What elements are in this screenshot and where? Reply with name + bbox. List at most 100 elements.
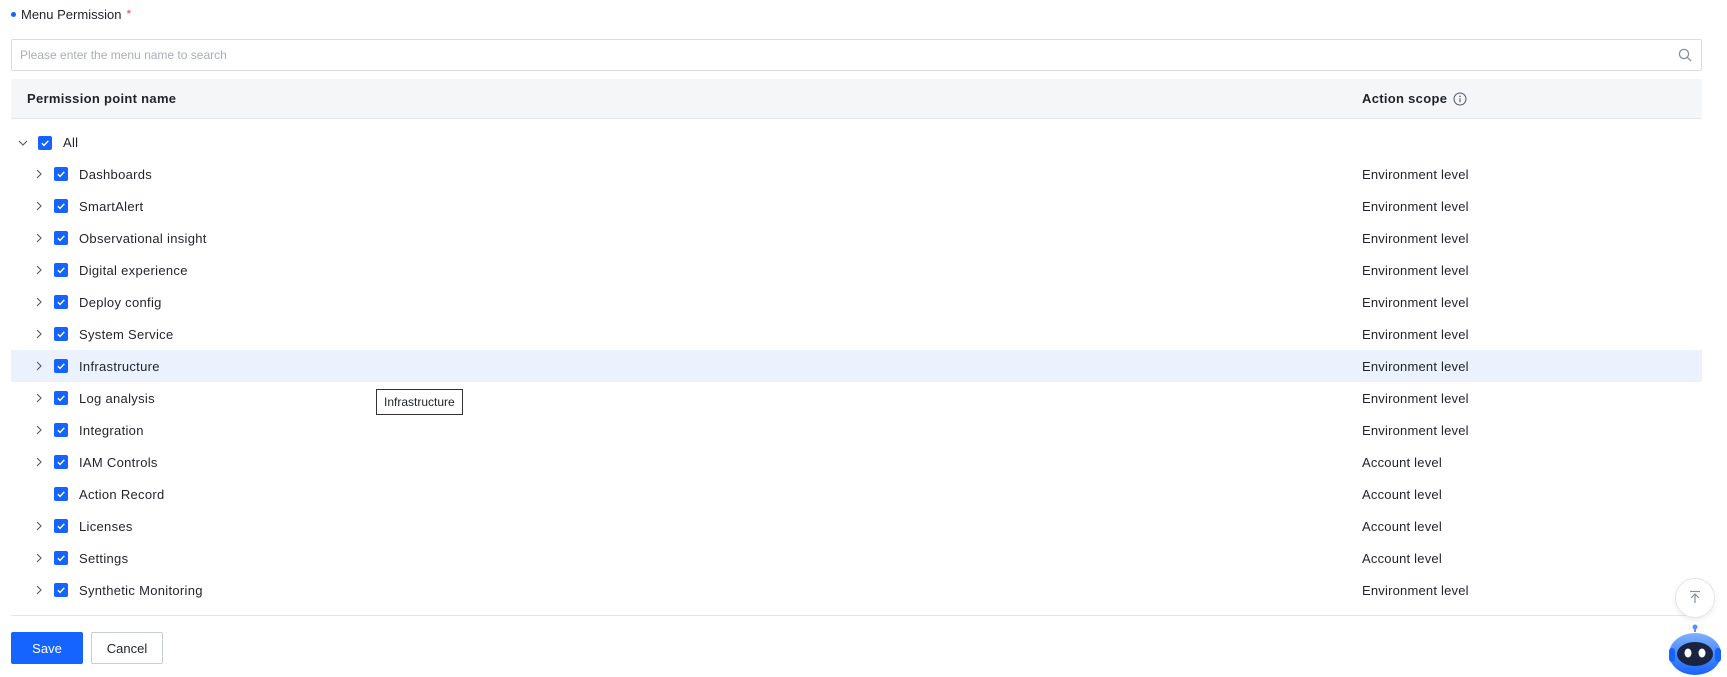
permission-name-cell: Log analysis — [11, 382, 1362, 414]
permission-label: All — [63, 135, 79, 150]
permission-label: Settings — [79, 550, 129, 566]
section-title: Menu Permission * — [11, 6, 131, 22]
checkbox-checked-icon[interactable] — [54, 423, 68, 437]
chevron-right-icon[interactable] — [31, 198, 47, 214]
action-scope-cell: Account level — [1362, 486, 1442, 502]
checkbox-checked-icon[interactable] — [54, 167, 68, 181]
action-scope-cell: Environment level — [1362, 166, 1469, 182]
chevron-right-icon[interactable] — [31, 390, 47, 406]
checkbox-checked-icon[interactable] — [54, 199, 68, 213]
table-row[interactable]: Licenses Account level — [11, 510, 1702, 542]
permission-name-cell: Deploy config — [11, 286, 1362, 318]
table-row[interactable]: Infrastructure Environment level — [11, 350, 1702, 382]
chevron-right-icon[interactable] — [31, 166, 47, 182]
table-row[interactable]: Digital experience Environment level — [11, 254, 1702, 286]
checkbox-checked-icon[interactable] — [54, 327, 68, 341]
chevron-right-icon[interactable] — [31, 454, 47, 470]
action-scope-cell: Environment level — [1362, 582, 1469, 598]
permission-name-cell: Integration — [11, 414, 1362, 446]
permission-name-cell: Synthetic Monitoring — [11, 574, 1362, 606]
permission-name-cell: Digital experience — [11, 254, 1362, 286]
action-scope-cell: Environment level — [1362, 230, 1469, 246]
checkbox-checked-icon[interactable] — [54, 551, 68, 565]
table-row[interactable]: Log analysis Environment level — [11, 382, 1702, 414]
table-body: All Dashboards Environment level SmartAlert… — [11, 127, 1702, 606]
action-scope-cell: Account level — [1362, 518, 1442, 534]
search-icon[interactable] — [1677, 47, 1693, 63]
action-scope-cell: Environment level — [1362, 294, 1469, 310]
checkbox-checked-icon[interactable] — [54, 359, 68, 373]
permission-label: Digital experience — [79, 262, 188, 278]
required-mark: * — [126, 7, 132, 21]
section-dot — [11, 11, 16, 17]
checkbox-checked-icon[interactable] — [54, 391, 68, 405]
table-row[interactable]: IAM Controls Account level — [11, 446, 1702, 478]
action-scope-cell: Account level — [1362, 550, 1442, 566]
checkbox-checked-icon[interactable] — [54, 295, 68, 309]
table-row[interactable]: Deploy config Environment level — [11, 286, 1702, 318]
search-input[interactable] — [20, 48, 1677, 62]
table-row[interactable]: Action Record Account level — [11, 478, 1702, 510]
action-scope-cell: Environment level — [1362, 198, 1469, 214]
permission-label: SmartAlert — [79, 198, 144, 214]
permission-name-cell: System Service — [11, 318, 1362, 350]
back-to-top-icon — [1687, 589, 1703, 608]
chevron-right-icon[interactable] — [31, 326, 47, 342]
tooltip: Infrastructure — [376, 389, 463, 415]
chevron-right-icon[interactable] — [31, 582, 47, 598]
permission-label: Action Record — [79, 486, 165, 502]
footer-divider — [11, 615, 1702, 616]
checkbox-checked-icon[interactable] — [54, 231, 68, 245]
section-title-text: Menu Permission — [21, 6, 122, 22]
action-scope-cell: Account level — [1362, 454, 1442, 470]
table-header: Permission point name Action scope — [11, 79, 1702, 119]
permission-name-cell: Infrastructure — [11, 350, 1362, 382]
cancel-button[interactable]: Cancel — [91, 632, 163, 664]
table-row[interactable]: Dashboards Environment level — [11, 158, 1702, 190]
action-scope-cell: Environment level — [1362, 262, 1469, 278]
permission-label: Observational insight — [79, 230, 207, 246]
action-scope-cell: Environment level — [1362, 422, 1469, 438]
permission-table: Permission point name Action scope All Da… — [11, 79, 1702, 606]
permission-label: IAM Controls — [79, 454, 158, 470]
checkbox-checked-icon[interactable] — [54, 583, 68, 597]
checkbox-checked-icon[interactable] — [54, 455, 68, 469]
permission-name-cell: SmartAlert — [11, 190, 1362, 222]
robot-assistant-icon[interactable] — [1667, 624, 1723, 677]
back-to-top-button[interactable] — [1675, 578, 1715, 618]
column-header-name: Permission point name — [27, 91, 177, 106]
table-row[interactable]: System Service Environment level — [11, 318, 1702, 350]
action-scope-cell: Environment level — [1362, 326, 1469, 342]
info-icon[interactable] — [1453, 92, 1467, 106]
table-row[interactable]: All — [11, 127, 1702, 158]
checkbox-checked-icon[interactable] — [54, 519, 68, 533]
column-header-scope: Action scope — [1362, 91, 1467, 106]
search-box[interactable] — [11, 39, 1702, 71]
save-button[interactable]: Save — [11, 632, 83, 664]
chevron-right-icon[interactable] — [31, 518, 47, 534]
table-row[interactable]: Settings Account level — [11, 542, 1702, 574]
checkbox-checked-icon[interactable] — [54, 263, 68, 277]
action-scope-cell: Environment level — [1362, 358, 1469, 374]
table-row[interactable]: Synthetic Monitoring Environment level — [11, 574, 1702, 606]
table-row[interactable]: SmartAlert Environment level — [11, 190, 1702, 222]
permission-name-cell: Dashboards — [11, 158, 1362, 190]
permission-label: Licenses — [79, 518, 133, 534]
chevron-right-icon[interactable] — [31, 358, 47, 374]
chevron-right-icon[interactable] — [31, 230, 47, 246]
checkbox-checked-icon[interactable] — [54, 487, 68, 501]
chevron-right-icon[interactable] — [31, 422, 47, 438]
permission-label: Log analysis — [79, 390, 155, 406]
permission-label: Deploy config — [79, 294, 162, 310]
chevron-right-icon[interactable] — [31, 550, 47, 566]
permission-label: Synthetic Monitoring — [79, 582, 203, 598]
chevron-right-icon[interactable] — [31, 262, 47, 278]
permission-label: System Service — [79, 326, 174, 342]
checkbox-checked-icon[interactable] — [38, 135, 52, 150]
chevron-right-icon[interactable] — [31, 294, 47, 310]
chevron-down-icon[interactable] — [15, 135, 31, 151]
column-header-scope-label: Action scope — [1362, 91, 1448, 106]
table-row[interactable]: Observational insight Environment level — [11, 222, 1702, 254]
table-row[interactable]: Integration Environment level — [11, 414, 1702, 446]
